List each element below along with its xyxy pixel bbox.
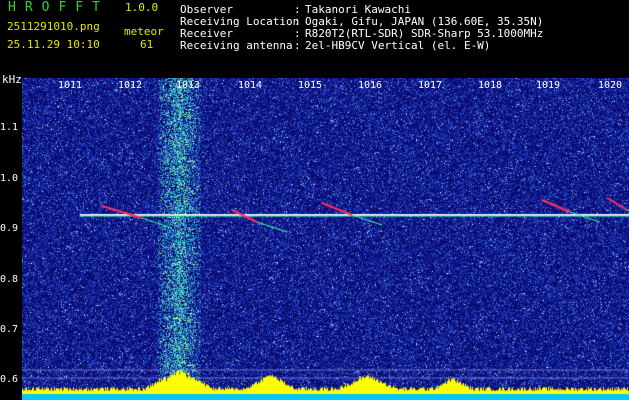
y-tick-label: 1.1: [0, 122, 19, 133]
x-tick-label: 1016: [358, 80, 383, 91]
y-unit-label: kHz: [2, 73, 22, 86]
meteor-count: 61: [140, 38, 154, 51]
y-tick-label: 0.8: [0, 274, 19, 285]
x-tick-label: 1019: [536, 80, 561, 91]
y-tick-label: 0.9: [0, 223, 19, 234]
app-title: HROFFT: [8, 0, 109, 15]
filename-label: 2511291010.png: [7, 20, 100, 33]
colon: :: [294, 39, 301, 52]
x-tick-label: 1014: [238, 80, 263, 91]
y-tick-label: 0.7: [0, 324, 19, 335]
header-panel: HROFFT 1.0.0 2511291010.png meteor 25.11…: [0, 0, 629, 74]
antenna-label: Receiving antenna: [180, 39, 293, 52]
datetime-label: 25.11.29 10:10: [7, 38, 100, 51]
x-tick-label: 1018: [478, 80, 503, 91]
x-tick-label: 1015: [298, 80, 323, 91]
meteor-label: meteor: [124, 25, 164, 38]
x-tick-label: 1020: [598, 80, 623, 91]
x-tick-label: 1012: [118, 80, 143, 91]
y-tick-label: 0.6: [0, 374, 19, 385]
x-tick-label: 1011: [58, 80, 83, 91]
x-tick-label: 1017: [418, 80, 443, 91]
antenna-value: 2el-HB9CV Vertical (el. E-W): [305, 39, 491, 52]
y-tick-label: 1.0: [0, 173, 19, 184]
app-version: 1.0.0: [125, 1, 159, 14]
x-tick-label: 1013: [176, 80, 201, 91]
spectrogram: [22, 78, 629, 400]
